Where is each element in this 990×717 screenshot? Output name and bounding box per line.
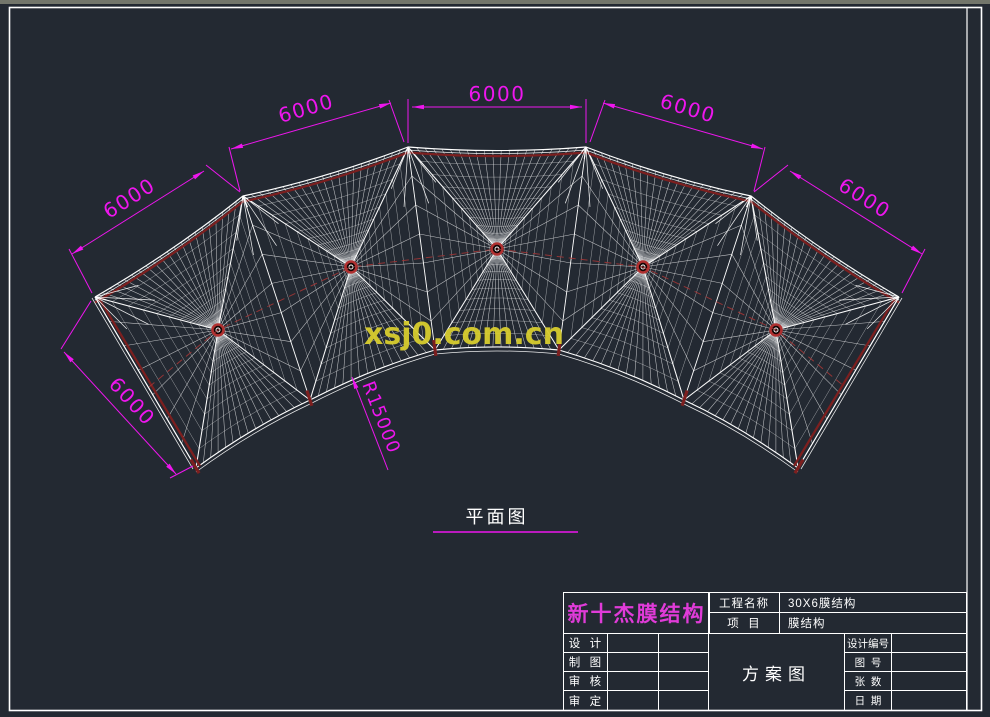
title-block-company: 新十杰膜结构 (563, 592, 710, 634)
draft-name-cell (607, 652, 659, 672)
item-value: 膜结构 (779, 612, 967, 634)
title-block: 新十杰膜结构 工程名称 30X6膜结构 项 目 膜结构 设 计 制 图 审 核 … (563, 592, 967, 711)
sheet-no-label: 图 号 (844, 652, 892, 672)
approve-name-cell (607, 690, 659, 711)
membrane-mesh (95, 147, 899, 468)
design-no-value (891, 633, 967, 653)
sheet-count-label: 张 数 (844, 671, 892, 691)
approve-label: 审 定 (563, 690, 608, 711)
dim-label-radius: R15000 (357, 378, 404, 456)
date-label: 日 期 (844, 690, 892, 711)
window-top-edge (0, 0, 990, 4)
watermark-text: xsj0.com.cn (364, 317, 564, 352)
drawing-caption: 平面图 (466, 507, 529, 527)
design-name-cell (607, 633, 659, 653)
date-value (891, 690, 967, 711)
check-name-cell (607, 671, 659, 691)
dim-label-upper-right: 6000 (657, 89, 718, 128)
sheet-no-value (891, 652, 967, 672)
draft-label: 制 图 (563, 652, 608, 672)
item-label: 项 目 (708, 612, 780, 634)
project-name-value: 30X6膜结构 (779, 592, 967, 613)
cad-drawing-canvas[interactable]: 6000 6000 6000 6000 6000 6000 R15000 xsj… (0, 0, 990, 717)
drawing-type: 方案图 (708, 633, 845, 711)
sheet-count-value (891, 671, 967, 691)
dim-label-far-right: 6000 (834, 173, 895, 224)
design-no-label: 设计编号 (844, 633, 892, 653)
dim-label-top: 6000 (469, 82, 526, 106)
design-date-cell (658, 633, 709, 653)
dim-label-far-left: 6000 (99, 173, 160, 224)
check-label: 审 核 (563, 671, 608, 691)
dim-label-upper-left: 6000 (275, 89, 336, 128)
project-name-label: 工程名称 (708, 592, 780, 613)
draft-date-cell (658, 652, 709, 672)
dim-label-lower-left: 6000 (104, 372, 160, 430)
check-date-cell (658, 671, 709, 691)
design-label: 设 计 (563, 633, 608, 653)
approve-date-cell (658, 690, 709, 711)
